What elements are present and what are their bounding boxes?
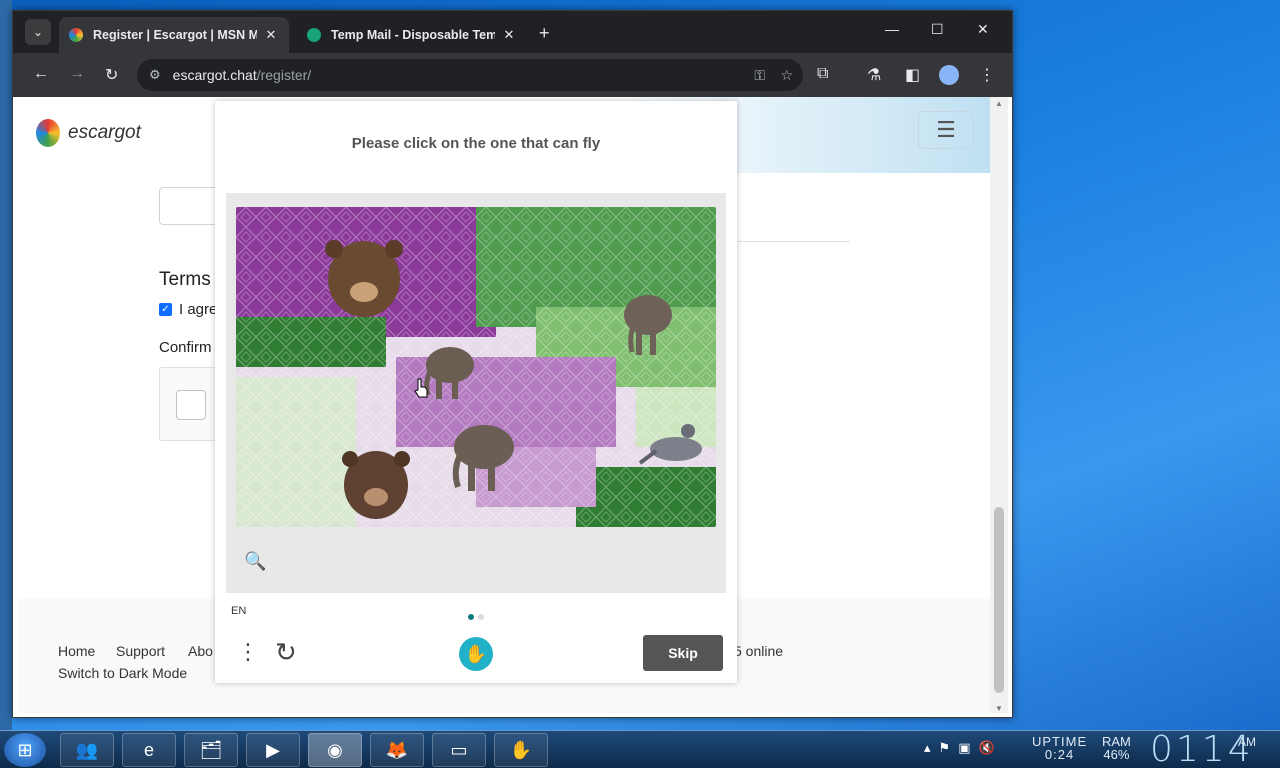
agree-label: I agre <box>179 301 218 318</box>
dark-mode-link[interactable]: Switch to Dark Mode <box>58 665 187 681</box>
taskbar-chrome-icon[interactable]: ◉ <box>308 733 362 767</box>
captcha-checkbox[interactable] <box>176 390 206 420</box>
challenge-image-svg <box>236 207 716 527</box>
labs-flask-icon[interactable]: ⚗ <box>867 65 881 85</box>
password-key-icon[interactable]: ⚿ <box>754 67 765 84</box>
language-selector[interactable]: EN <box>231 605 246 617</box>
footer-link-home[interactable]: Home <box>58 643 95 659</box>
ram-readout: RAM 46% <box>1102 735 1131 761</box>
hcaptcha-challenge: Please click on the one that can fly 🔍 E… <box>215 101 737 683</box>
escargot-logo-icon <box>36 119 60 147</box>
ram-value: 46% <box>1103 747 1130 762</box>
bookmark-star-icon[interactable]: ☆ <box>780 67 793 84</box>
profile-avatar-icon[interactable] <box>939 65 959 85</box>
skip-button[interactable]: Skip <box>643 635 723 671</box>
agree-row: ✓ I agre <box>159 301 217 318</box>
footer-link-about[interactable]: Abo <box>188 643 213 659</box>
footer-link-support[interactable]: Support <box>116 643 165 659</box>
taskbar-firefox-icon[interactable]: 🦊 <box>370 733 424 767</box>
tab-temp-mail[interactable]: Temp Mail - Disposable Temporary Email ✕ <box>297 17 527 53</box>
close-tab-icon[interactable]: ✕ <box>501 27 517 43</box>
tab-strip: ⌄ Register | Escargot | MSN Messenger ✕ … <box>13 11 1012 53</box>
taskbar-ie-icon[interactable]: e <box>122 733 176 767</box>
network-icon[interactable]: ▣ <box>958 740 978 755</box>
divider <box>738 241 850 242</box>
menu-kebab-icon[interactable]: ⋮ <box>979 65 995 85</box>
zoom-search-icon[interactable]: 🔍 <box>244 551 266 572</box>
taskbar-app-users-icon[interactable]: 👥 <box>60 733 114 767</box>
address-bar[interactable]: ⚙ escargot.chat/register/ ⚿ ☆ <box>137 59 803 91</box>
challenge-panel: 🔍 <box>226 193 726 593</box>
desktop-edge <box>0 0 12 730</box>
taskbar-messenger-icon[interactable]: ✋ <box>494 733 548 767</box>
close-window-icon[interactable]: ✕ <box>977 21 989 38</box>
hand-cursor-icon <box>414 378 428 398</box>
start-button[interactable]: ⊞ <box>4 733 46 767</box>
tray-expand-icon[interactable]: ▴ <box>924 740 939 755</box>
uptime-readout: UPTIME 0:24 <box>1032 735 1087 761</box>
terms-heading: Terms <box>159 269 211 290</box>
progress-dot <box>478 614 484 620</box>
tab-title: Register | Escargot | MSN Messenger <box>93 28 257 42</box>
taskbar: ⊞ 👥 e 🗂 ▶ ◉ 🦊 ▭ ✋ ▴⚑▣🔇 UPTIME 0:24 RAM 4… <box>0 729 1280 768</box>
hamburger-menu-icon[interactable]: ☰ <box>918 111 974 149</box>
clock-ampm: AM <box>1238 735 1256 749</box>
maximize-icon[interactable]: ☐ <box>931 21 944 38</box>
new-tab-icon[interactable]: + <box>539 23 550 44</box>
tab-register[interactable]: Register | Escargot | MSN Messenger ✕ <box>59 17 289 53</box>
url-path: /register/ <box>256 67 312 83</box>
taskbar-media-icon[interactable]: ▶ <box>246 733 300 767</box>
close-tab-icon[interactable]: ✕ <box>263 27 279 43</box>
back-icon[interactable]: ← <box>33 65 49 83</box>
volume-muted-icon[interactable]: 🔇 <box>978 740 1002 755</box>
challenge-progress <box>468 607 488 625</box>
challenge-prompt: Please click on the one that can fly <box>351 135 601 152</box>
hcaptcha-logo-icon[interactable]: ✋ <box>459 637 493 671</box>
forward-icon[interactable]: → <box>69 65 85 83</box>
uptime-value: 0:24 <box>1044 747 1075 762</box>
extensions-icon[interactable]: ⧉ <box>817 65 828 83</box>
site-logo[interactable]: escargot <box>36 119 141 147</box>
side-panel-icon[interactable]: ◧ <box>905 65 920 85</box>
scroll-down-icon[interactable]: ▼ <box>995 704 1003 713</box>
system-tray: ▴⚑▣🔇 <box>924 740 1003 756</box>
refresh-icon[interactable]: ↻ <box>275 637 297 668</box>
site-info-icon[interactable]: ⚙ <box>149 67 161 83</box>
url-host: escargot.chat <box>172 67 257 83</box>
taskbar-cmd-icon[interactable]: ▭ <box>432 733 486 767</box>
scroll-up-icon[interactable]: ▲ <box>995 99 1003 108</box>
taskbar-explorer-icon[interactable]: 🗂 <box>184 733 238 767</box>
confirm-label: Confirm <box>159 339 212 356</box>
page-scrollbar[interactable]: ▲ ▼ <box>990 97 1008 713</box>
menu-kebab-icon[interactable]: ⋮ <box>237 641 259 663</box>
online-count: 5 online <box>734 643 784 659</box>
scrollbar-thumb[interactable] <box>994 507 1004 693</box>
tab-search-icon[interactable]: ⌄ <box>25 19 51 45</box>
browser-toolbar: ← → ↻ ⚙ escargot.chat/register/ ⚿ ☆ ⧉ ⚗ … <box>13 53 1012 97</box>
form-input[interactable] <box>159 187 219 225</box>
flag-icon[interactable]: ⚑ <box>939 740 959 755</box>
tab-title: Temp Mail - Disposable Temporary Email <box>331 28 495 42</box>
agree-checkbox[interactable]: ✓ <box>159 303 172 316</box>
escargot-favicon-icon <box>69 28 83 42</box>
minimize-icon[interactable]: — <box>885 21 899 37</box>
logo-text: escargot <box>68 122 141 143</box>
temp-mail-favicon-icon <box>307 28 321 42</box>
challenge-image[interactable] <box>236 207 716 527</box>
progress-dot-active <box>468 614 474 620</box>
reload-icon[interactable]: ↻ <box>105 65 118 85</box>
